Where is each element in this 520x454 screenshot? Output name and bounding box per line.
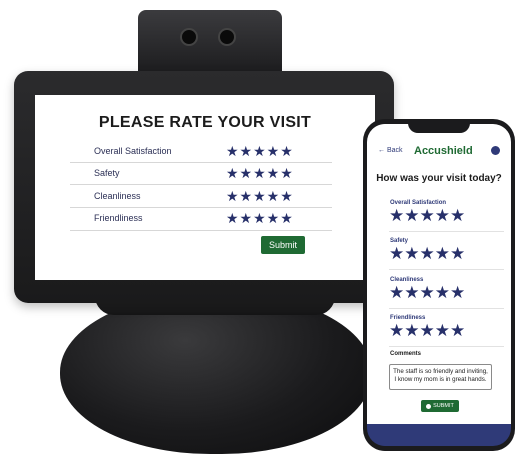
- star-rating-icon[interactable]: ★★★★★: [389, 321, 465, 341]
- kiosk-rating-row: Overall Satisfaction ★★★★★: [70, 142, 332, 164]
- divider: [389, 269, 504, 270]
- phone-notch: [408, 119, 470, 133]
- camera-sensor-icon: [218, 28, 236, 46]
- star-rating-icon[interactable]: ★★★★★: [226, 210, 294, 227]
- kiosk-rating-label: Friendliness: [94, 213, 143, 223]
- comments-label: Comments: [390, 351, 422, 357]
- kiosk-rating-label: Cleanliness: [94, 191, 141, 201]
- back-link[interactable]: ← Back: [378, 147, 403, 154]
- kiosk-submit-button[interactable]: Submit: [261, 236, 305, 254]
- kiosk-camera: [138, 10, 282, 74]
- kiosk-rating-label: Safety: [94, 168, 120, 178]
- phone-submit-button[interactable]: SUBMIT: [421, 400, 459, 412]
- phone-question: How was your visit today?: [376, 173, 502, 184]
- kiosk-rating-row: Cleanliness ★★★★★: [70, 187, 332, 209]
- star-rating-icon[interactable]: ★★★★★: [226, 188, 294, 205]
- divider: [70, 184, 332, 185]
- check-icon: [426, 403, 432, 409]
- kiosk-rating-row: Safety ★★★★★: [70, 164, 332, 186]
- divider: [389, 346, 504, 347]
- phone-bottom-bar: [367, 424, 511, 446]
- kiosk-rating-row: Friendliness ★★★★★: [70, 209, 332, 231]
- kiosk-rating-label: Overall Satisfaction: [94, 146, 172, 156]
- camera-lens-icon: [180, 28, 198, 46]
- comments-text-line: The staff is so friendly and inviting,: [393, 368, 488, 375]
- star-rating-icon[interactable]: ★★★★★: [226, 165, 294, 182]
- divider: [70, 207, 332, 208]
- star-rating-icon[interactable]: ★★★★★: [226, 143, 294, 160]
- kiosk-title: PLEASE RATE YOUR VISIT: [98, 114, 312, 131]
- divider: [389, 308, 504, 309]
- divider: [70, 230, 332, 231]
- divider: [70, 162, 332, 163]
- brand-logo: Accushield: [414, 145, 473, 157]
- kiosk-base: [60, 292, 372, 454]
- star-rating-icon[interactable]: ★★★★★: [389, 283, 465, 303]
- phone-submit-label: SUBMIT: [433, 403, 454, 409]
- comments-field[interactable]: The staff is so friendly and inviting, I…: [389, 364, 492, 390]
- comments-text-line: I know my mom is in great hands.: [394, 376, 487, 383]
- star-rating-icon[interactable]: ★★★★★: [389, 206, 465, 226]
- star-rating-icon[interactable]: ★★★★★: [389, 244, 465, 264]
- divider: [389, 231, 504, 232]
- user-icon[interactable]: [491, 146, 500, 155]
